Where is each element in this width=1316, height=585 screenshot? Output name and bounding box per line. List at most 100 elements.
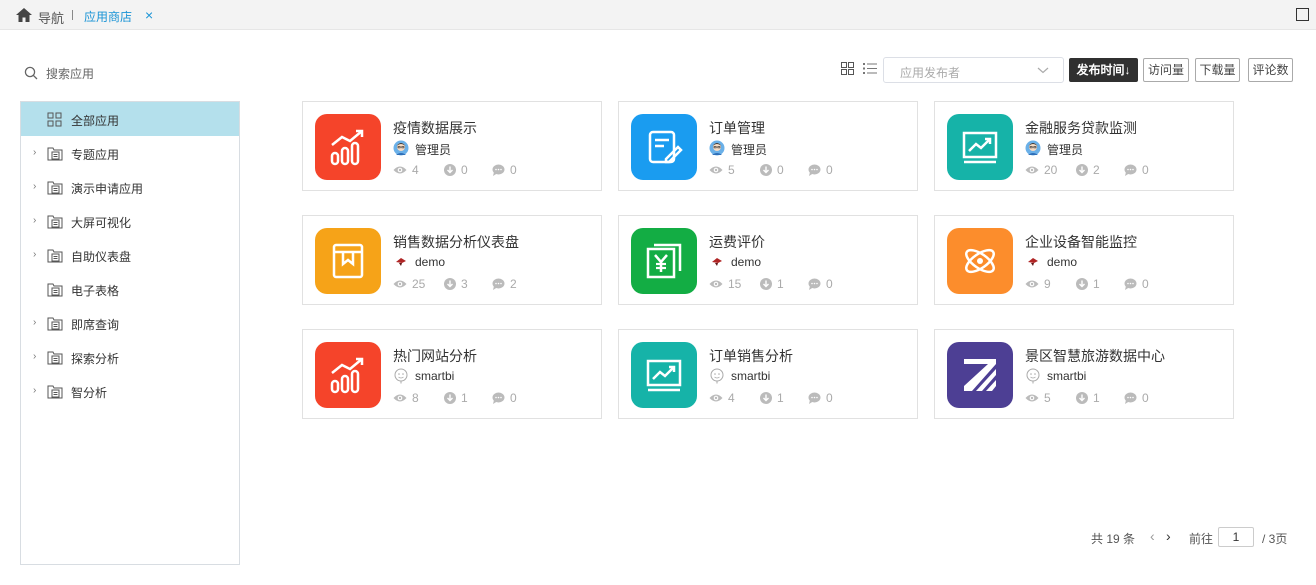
chevron-right-icon[interactable]: › xyxy=(33,249,36,260)
downloads-count: 1 xyxy=(777,277,784,291)
chevron-right-icon[interactable]: › xyxy=(33,147,36,158)
avatar xyxy=(1025,140,1041,156)
chevron-right-icon[interactable]: › xyxy=(33,385,36,396)
app-card[interactable]: 热门网站分析 smartbi 8 1 0 xyxy=(302,329,602,419)
prev-page-icon[interactable]: ‹ xyxy=(1150,528,1155,544)
sort-downloads-button[interactable]: 下载量 xyxy=(1195,58,1240,82)
owner-name: smartbi xyxy=(415,369,455,383)
tree-item-label: 智分析 xyxy=(71,386,108,400)
comments-count: 0 xyxy=(826,391,833,405)
app-card[interactable]: 订单销售分析 smartbi 4 1 0 xyxy=(618,329,918,419)
avatar xyxy=(1025,368,1041,384)
comments-count: 0 xyxy=(1142,277,1149,291)
app-title[interactable]: 企业设备智能监控 xyxy=(1025,232,1137,252)
home-icon[interactable] xyxy=(16,8,32,22)
owner-name: demo xyxy=(415,255,446,269)
close-tab-icon[interactable]: × xyxy=(145,7,153,23)
downloads-count: 2 xyxy=(1093,163,1100,177)
pager-goto-label: 前往 xyxy=(1189,532,1214,546)
comments-count: 0 xyxy=(1142,391,1149,405)
app-title[interactable]: 疫情数据展示 xyxy=(393,118,477,138)
edit-doc-icon[interactable] xyxy=(631,114,697,180)
comments-count: 0 xyxy=(510,163,517,177)
folder-doc-icon xyxy=(47,146,63,161)
chevron-right-icon[interactable]: › xyxy=(33,317,36,328)
book-icon[interactable] xyxy=(315,228,381,294)
tree-item[interactable]: › 智分析 xyxy=(21,374,239,408)
tree-item-label: 探索分析 xyxy=(71,352,120,366)
tree-item-label: 演示申请应用 xyxy=(71,182,144,196)
downloads-count: 0 xyxy=(461,163,468,177)
folder-doc-icon xyxy=(47,316,63,331)
tree-item[interactable]: 全部应用 xyxy=(21,102,239,136)
chevron-right-icon[interactable]: › xyxy=(33,215,36,226)
folder-doc-icon xyxy=(47,214,63,229)
atom-icon[interactable] xyxy=(947,228,1013,294)
owner-name: demo xyxy=(731,255,762,269)
sort-visits-button[interactable]: 访问量 xyxy=(1143,58,1189,82)
app-card[interactable]: 订单管理 管理员 5 0 0 xyxy=(618,101,918,191)
monitor-trend-icon[interactable] xyxy=(631,342,697,408)
grid-view-icon[interactable] xyxy=(841,62,854,75)
chart-up-icon[interactable] xyxy=(315,342,381,408)
search-input[interactable] xyxy=(46,64,216,84)
app-title[interactable]: 景区智慧旅游数据中心 xyxy=(1025,346,1165,366)
chart-up-icon[interactable] xyxy=(315,114,381,180)
tree-item[interactable]: › 自助仪表盘 xyxy=(21,238,239,272)
app-title[interactable]: 金融服务贷款监测 xyxy=(1025,118,1137,138)
app-title[interactable]: 订单销售分析 xyxy=(709,346,793,366)
tree-item[interactable]: › 探索分析 xyxy=(21,340,239,374)
app-title[interactable]: 订单管理 xyxy=(709,118,765,138)
views-count: 20 xyxy=(1044,163,1058,177)
tree-item-label: 自助仪表盘 xyxy=(71,250,132,264)
app-title[interactable]: 热门网站分析 xyxy=(393,346,477,366)
publisher-select[interactable]: 应用发布者 xyxy=(883,57,1064,83)
tree-item[interactable]: › 即席查询 xyxy=(21,306,239,340)
app-card[interactable]: 景区智慧旅游数据中心 smartbi 5 1 0 xyxy=(934,329,1234,419)
z-logo-icon[interactable] xyxy=(947,342,1013,408)
tree-item[interactable]: 电子表格 xyxy=(21,272,239,306)
folder-doc-icon xyxy=(47,180,63,195)
sort-publish-time-button[interactable]: 发布时间↓ xyxy=(1069,58,1138,82)
downloads-count: 3 xyxy=(461,277,468,291)
views-count: 4 xyxy=(728,391,735,405)
tab-app-store[interactable]: 应用商店 xyxy=(84,8,132,25)
app-card[interactable]: 运费评价 demo 15 1 0 xyxy=(618,215,918,305)
views-count: 8 xyxy=(412,391,419,405)
tree-item[interactable]: › 演示申请应用 xyxy=(21,170,239,204)
avatar xyxy=(1025,254,1041,270)
nav-tab[interactable]: 导航 xyxy=(38,8,64,27)
downloads-count: 0 xyxy=(777,163,784,177)
folder-doc-icon xyxy=(47,282,63,297)
list-view-icon[interactable] xyxy=(863,62,877,75)
tree-item[interactable]: › 大屏可视化 xyxy=(21,204,239,238)
tree-item-label: 电子表格 xyxy=(71,284,120,298)
chevron-right-icon[interactable]: › xyxy=(33,181,36,192)
views-count: 25 xyxy=(412,277,426,291)
app-card[interactable]: 销售数据分析仪表盘 demo 25 3 2 xyxy=(302,215,602,305)
page-number-input[interactable] xyxy=(1218,527,1254,547)
chevron-right-icon[interactable]: › xyxy=(33,351,36,362)
avatar xyxy=(709,140,725,156)
monitor-trend-icon[interactable] xyxy=(947,114,1013,180)
next-page-icon[interactable]: › xyxy=(1166,528,1171,544)
views-count: 5 xyxy=(1044,391,1051,405)
app-card[interactable]: 疫情数据展示 管理员 4 0 0 xyxy=(302,101,602,191)
publisher-placeholder: 应用发布者 xyxy=(900,66,961,80)
tab-divider xyxy=(72,10,73,20)
app-title[interactable]: 运费评价 xyxy=(709,232,765,252)
views-count: 15 xyxy=(728,277,742,291)
owner-name: 管理员 xyxy=(731,143,768,157)
sort-comments-button[interactable]: 评论数 xyxy=(1248,58,1293,82)
tree-item[interactable]: › 专题应用 xyxy=(21,136,239,170)
avatar xyxy=(709,254,725,270)
downloads-count: 1 xyxy=(461,391,468,405)
downloads-count: 1 xyxy=(777,391,784,405)
yuan-doc-icon[interactable] xyxy=(631,228,697,294)
maximize-icon[interactable] xyxy=(1296,8,1309,21)
comments-count: 0 xyxy=(826,163,833,177)
app-card[interactable]: 企业设备智能监控 demo 9 1 0 xyxy=(934,215,1234,305)
app-card[interactable]: 金融服务贷款监测 管理员 20 2 0 xyxy=(934,101,1234,191)
app-title[interactable]: 销售数据分析仪表盘 xyxy=(393,232,519,252)
owner-name: smartbi xyxy=(731,369,771,383)
